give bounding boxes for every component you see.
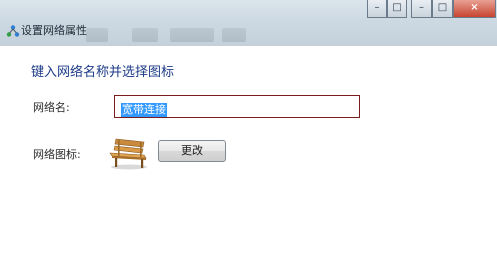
network-name-input[interactable]: 宽带连接 (114, 95, 360, 118)
blurred-tab (170, 28, 214, 42)
blurred-tab (132, 28, 158, 42)
network-name-value: 宽带连接 (121, 103, 167, 117)
network-icon-label: 网络图标: (33, 148, 81, 161)
network-icon (6, 25, 20, 37)
maximize-button[interactable]: □ (432, 0, 453, 18)
title-bar[interactable]: 设置网络属性 – □ – □ × (0, 0, 497, 46)
network-properties-window: 设置网络属性 – □ – □ × 键入网络名称并选择图标 网络名: 宽带连接 网… (0, 0, 497, 274)
close-button[interactable]: × (453, 0, 496, 18)
window-title: 设置网络属性 (21, 24, 87, 37)
background-window-controls: – □ (367, 0, 407, 18)
change-icon-button[interactable]: 更改 (158, 140, 226, 162)
blurred-tab (222, 28, 246, 42)
page-heading: 键入网络名称并选择图标 (31, 65, 175, 80)
window-controls: – □ × (411, 0, 496, 18)
network-name-label: 网络名: (33, 101, 70, 114)
maximize-icon[interactable]: □ (387, 0, 407, 18)
minimize-button[interactable]: – (411, 0, 432, 18)
minimize-icon[interactable]: – (367, 0, 387, 18)
blurred-tab (86, 28, 108, 42)
bench-icon (109, 138, 147, 170)
